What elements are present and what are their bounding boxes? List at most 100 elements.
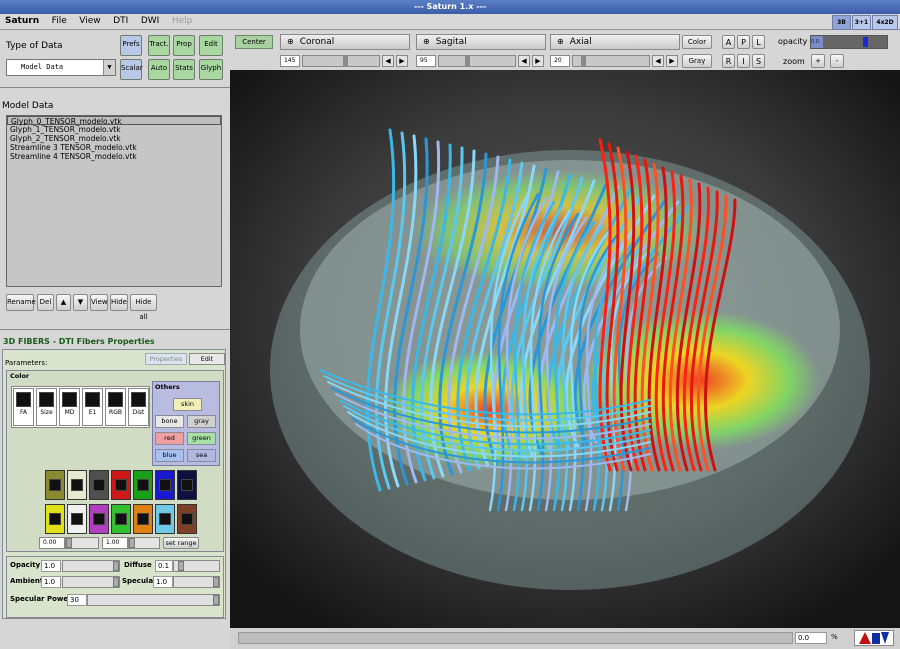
menu-file[interactable]: File [47,14,72,29]
auto-button[interactable]: Auto [148,59,170,80]
range-min-field[interactable]: 0.00 [39,537,65,549]
color-mode-size[interactable]: Size [36,388,57,426]
stats-button[interactable]: Stats [173,59,195,80]
color-swatch[interactable] [45,470,65,500]
prop-button[interactable]: Prop [173,35,195,56]
ambient-field[interactable]: 1.0 [41,576,61,588]
orient-a-button[interactable]: A [722,35,735,49]
type-of-data-select[interactable]: Model Data ▼ [6,59,116,76]
color-swatch[interactable] [111,504,131,534]
others-sea-button[interactable]: sea [187,449,216,462]
color-swatch[interactable] [45,504,65,534]
coronal-next-icon[interactable]: ▶ [396,55,408,67]
opacity-top-slider[interactable]: 0.0 [810,35,888,49]
menu-saturn[interactable]: Saturn [0,14,44,29]
hide-all-button[interactable]: Hide all [130,294,157,321]
rename-button[interactable]: Rename [6,294,36,311]
color-swatch[interactable] [67,504,87,534]
layout-4x2d-button[interactable]: 4x2D [872,15,898,30]
color-mode-dist[interactable]: Dist [128,388,149,426]
edit-button[interactable]: Edit [199,35,223,56]
sagital-slider[interactable] [438,55,516,67]
specular-slider[interactable] [173,576,220,588]
tab-properties[interactable]: Properties [145,353,187,365]
others-blue-button[interactable]: blue [155,449,184,462]
glyph-button[interactable]: Glyph [199,59,223,80]
color-swatch[interactable] [133,504,153,534]
view-button[interactable]: View [90,294,108,311]
menu-dwi[interactable]: DWI [136,14,164,29]
color-swatch[interactable] [155,504,175,534]
center-button[interactable]: Center [235,35,273,49]
ambient-slider[interactable] [62,576,120,588]
tab-edit[interactable]: Edit [189,353,225,365]
others-gray-button[interactable]: gray [187,415,216,428]
orient-i-button[interactable]: I [737,54,750,68]
opacity-top-handle[interactable] [863,37,868,47]
orient-s-button[interactable]: S [752,54,765,68]
color-swatch[interactable] [177,504,197,534]
axial-next-icon[interactable]: ▶ [666,55,678,67]
color-mode-rgb[interactable]: RGB [105,388,126,426]
list-item[interactable]: Glyph_1_TENSOR_modelo.vtk [7,125,221,134]
color-button[interactable]: Color [682,35,712,49]
list-item[interactable]: Streamline 3 TENSOR_modelo.vtk [7,143,221,152]
hide-button[interactable]: Hide [110,294,128,311]
orient-l-button[interactable]: L [752,35,765,49]
move-up-button[interactable]: ▲ [56,294,71,311]
color-swatch[interactable] [111,470,131,500]
tract-button[interactable]: Tract. [148,35,170,56]
axial-prev-icon[interactable]: ◀ [652,55,664,67]
model-data-list[interactable]: Glyph_0_TENSOR_modelo.vtk Glyph_1_TENSOR… [6,115,222,287]
chevron-down-icon[interactable]: ▼ [103,60,115,75]
color-mode-fa[interactable]: FA [13,388,34,426]
axial-slider[interactable] [572,55,650,67]
coronal-bar[interactable]: ⊕ Coronal [280,34,410,50]
layout-3plus1-button[interactable]: 3+1 [852,15,871,30]
range-min-slider[interactable] [65,537,99,549]
coronal-slider[interactable] [302,55,380,67]
opacity-slider[interactable] [62,560,120,572]
delete-button[interactable]: Del [37,294,54,311]
sagital-bar[interactable]: ⊕ Sagital [416,34,546,50]
layout-3b-button[interactable]: 3B [832,15,851,30]
range-max-field[interactable]: 1.00 [102,537,128,549]
diffuse-field[interactable]: 0.1 [155,560,173,572]
color-swatch[interactable] [177,470,197,500]
specular-power-field[interactable]: 30 [67,594,87,606]
sagital-prev-icon[interactable]: ◀ [518,55,530,67]
zoom-in-button[interactable]: + [811,54,825,68]
scalar-button[interactable]: Scalar [120,59,143,80]
menu-view[interactable]: View [74,14,105,29]
others-skin-button[interactable]: skin [173,398,202,411]
specular-field[interactable]: 1.0 [153,576,173,588]
color-mode-md[interactable]: MD [59,388,80,426]
sagital-value[interactable]: 95 [416,55,436,67]
specular-power-slider[interactable] [87,594,220,606]
3d-viewport[interactable] [230,70,900,628]
axial-value[interactable]: 20 [550,55,570,67]
others-green-button[interactable]: green [187,432,216,445]
zoom-out-button[interactable]: - [830,54,844,68]
list-item[interactable]: Glyph_2_TENSOR_modelo.vtk [7,134,221,143]
others-red-button[interactable]: red [155,432,184,445]
sagital-next-icon[interactable]: ▶ [532,55,544,67]
gray-button[interactable]: Gray [682,54,712,68]
color-swatch[interactable] [155,470,175,500]
coronal-prev-icon[interactable]: ◀ [382,55,394,67]
menu-help[interactable]: Help [167,14,198,29]
axial-bar[interactable]: ⊕ Axial [550,34,680,50]
menu-dti[interactable]: DTI [108,14,133,29]
set-range-button[interactable]: set range [163,537,199,549]
color-swatch[interactable] [133,470,153,500]
color-swatch[interactable] [89,504,109,534]
list-item[interactable]: Streamline 4 TENSOR_modelo.vtk [7,152,221,161]
range-max-slider[interactable] [128,537,160,549]
color-mode-e1[interactable]: E1 [82,388,103,426]
coronal-value[interactable]: 145 [280,55,300,67]
prefs-button[interactable]: Prefs [120,35,142,56]
color-swatch[interactable] [89,470,109,500]
diffuse-slider[interactable] [173,560,220,572]
color-swatch[interactable] [67,470,87,500]
move-down-button[interactable]: ▼ [73,294,88,311]
